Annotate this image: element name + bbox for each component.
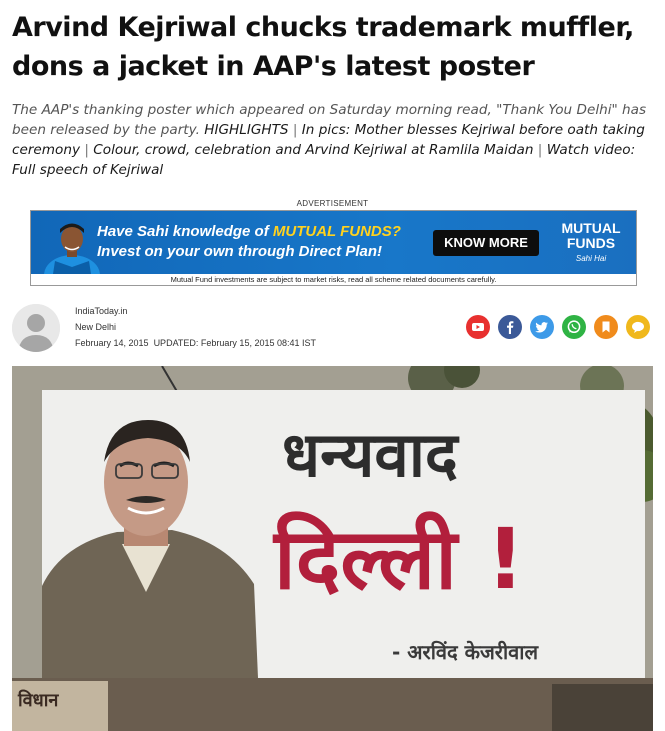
corner-sign-text: विधान <box>17 689 59 711</box>
ad-line2: Invest on your own through Direct Plan! <box>97 243 383 260</box>
ad-blue-panel: Have Sahi knowledge of MUTUAL FUNDS? Inv… <box>31 211 636 274</box>
article-hero-image: धन्यवाद दिल्ली ! - अरविंद केजरीवाल विधान <box>12 366 653 731</box>
ad-headline: Have Sahi knowledge of MUTUAL FUNDS? Inv… <box>97 222 427 262</box>
poster-photo: धन्यवाद दिल्ली ! - अरविंद केजरीवाल विधान <box>12 366 653 731</box>
comment-icon[interactable] <box>626 315 650 339</box>
advertisement-label: ADVERTISEMENT <box>296 199 369 208</box>
highlights-link[interactable]: HIGHLIGHTS <box>204 122 288 138</box>
byline-dates: February 14, 2015 UPDATED: February 15, … <box>75 338 316 348</box>
whatsapp-icon[interactable] <box>562 315 586 339</box>
ad-brand-line1: MUTUAL <box>561 220 621 236</box>
ad-disclaimer: Mutual Fund investments are subject to m… <box>170 275 497 284</box>
know-more-button[interactable]: KNOW MORE <box>433 230 539 256</box>
poster-line-delhi: दिल्ली ! <box>272 510 525 608</box>
ad-brand-tag: Sahi Hai <box>575 254 607 263</box>
advertisement-banner[interactable]: Have Sahi knowledge of MUTUAL FUNDS? Inv… <box>30 210 637 286</box>
person-icon <box>12 304 60 352</box>
bookmark-icon[interactable] <box>594 315 618 339</box>
poster-signature: - अरविंद केजरीवाल <box>392 640 539 664</box>
published-date: February 14, 2015 <box>75 338 149 348</box>
byline-city: New Delhi <box>75 322 117 332</box>
twitter-icon[interactable] <box>530 315 554 339</box>
related-link-ramlila[interactable]: Colour, crowd, celebration and Arvind Ke… <box>93 142 533 158</box>
facebook-icon[interactable] <box>498 315 522 339</box>
ad-line1-accent: MUTUAL FUNDS? <box>272 223 401 240</box>
author-avatar <box>12 304 60 352</box>
byline-source[interactable]: IndiaToday.in <box>75 306 127 316</box>
ad-line1: Have Sahi knowledge of <box>97 223 273 240</box>
updated-date: February 15, 2015 08:41 IST <box>200 338 316 348</box>
updated-label: UPDATED: <box>153 338 199 348</box>
mutual-funds-logo: MUTUAL FUNDS Sahi Hai <box>549 221 633 266</box>
article-headline: Arvind Kejriwal chucks trademark muffler… <box>12 12 634 82</box>
ad-person-image <box>44 223 100 274</box>
youtube-icon[interactable] <box>466 315 490 339</box>
ad-brand-line2: FUNDS <box>566 235 616 251</box>
article-summary: The AAP's thanking poster which appeared… <box>12 102 647 178</box>
poster-line-thanks: धन्यवाद <box>282 418 460 491</box>
